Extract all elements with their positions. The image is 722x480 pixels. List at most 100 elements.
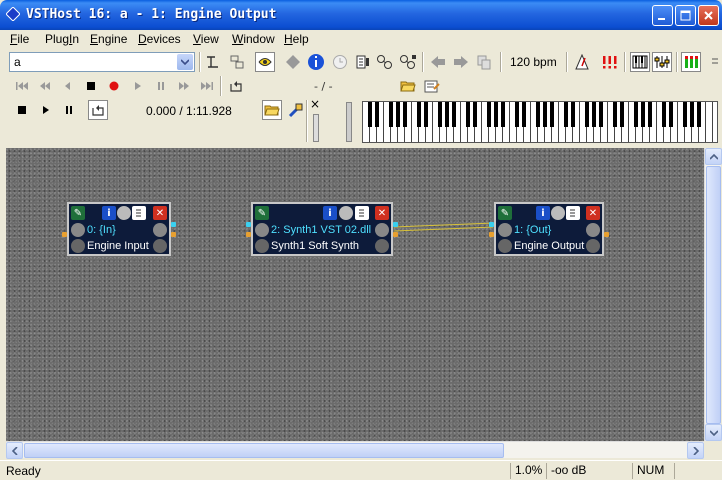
black-key[interactable] — [550, 102, 554, 127]
pause-icon[interactable] — [59, 100, 79, 120]
chevron-down-icon[interactable] — [177, 54, 193, 70]
vertical-scrollbar[interactable] — [704, 148, 722, 441]
black-key[interactable] — [641, 102, 645, 127]
keyboard-toggle-icon[interactable] — [630, 52, 650, 72]
black-key[interactable] — [669, 102, 673, 127]
play-icon[interactable] — [128, 76, 148, 96]
menu-window[interactable]: Window — [232, 32, 275, 46]
fast-forward-icon[interactable] — [174, 76, 194, 96]
scroll-down-icon[interactable] — [705, 424, 722, 441]
info-icon[interactable]: i — [102, 206, 116, 220]
diamond-icon[interactable] — [283, 52, 303, 72]
black-key[interactable] — [403, 102, 407, 127]
input-pin[interactable] — [489, 222, 494, 227]
play-icon[interactable] — [36, 100, 56, 120]
record-icon[interactable] — [104, 76, 124, 96]
black-key[interactable] — [648, 102, 652, 127]
midi-output-pin[interactable] — [393, 232, 398, 237]
black-key[interactable] — [620, 102, 624, 127]
black-key[interactable] — [543, 102, 547, 127]
save-file-icon[interactable] — [422, 76, 442, 96]
info-icon[interactable]: i — [323, 206, 337, 220]
black-key[interactable] — [501, 102, 505, 127]
midi-player-icon[interactable] — [286, 100, 306, 120]
chain-icon[interactable] — [203, 52, 223, 72]
black-key[interactable] — [697, 102, 701, 127]
remove-plugin-icon[interactable]: ✕ — [153, 206, 167, 220]
duplicate-icon[interactable] — [474, 52, 494, 72]
midi-out-gear-icon[interactable] — [153, 239, 167, 253]
midi-gear-icon[interactable] — [255, 239, 269, 253]
black-key[interactable] — [487, 102, 491, 127]
loop-icon[interactable] — [88, 100, 108, 120]
edit-program-icon[interactable] — [353, 52, 373, 72]
black-key[interactable] — [494, 102, 498, 127]
black-key[interactable] — [452, 102, 456, 127]
link-icon[interactable] — [375, 52, 395, 72]
black-key[interactable] — [592, 102, 596, 127]
vertical-scroll-thumb[interactable] — [706, 166, 721, 424]
menu-devices[interactable]: Devices — [138, 32, 181, 46]
black-key[interactable] — [445, 102, 449, 127]
bypass-icon[interactable] — [551, 206, 565, 220]
overflow-icon[interactable] — [706, 52, 722, 72]
stop-icon[interactable] — [12, 100, 32, 120]
plugin-engine-input[interactable]: ✎ i ✕ 0: {In} Engine Input — [66, 201, 172, 257]
forward-end-icon[interactable] — [197, 76, 217, 96]
input-gear-icon[interactable] — [255, 223, 269, 237]
scroll-right-icon[interactable] — [687, 442, 704, 459]
rewind-icon[interactable] — [35, 76, 55, 96]
close-keyboard-icon[interactable]: × — [310, 97, 320, 111]
output-pin[interactable] — [393, 222, 398, 227]
menu-help[interactable]: Help — [284, 32, 309, 46]
horizontal-scroll-thumb[interactable] — [24, 443, 504, 458]
metronome-icon[interactable] — [572, 52, 592, 72]
midi-learn-icon[interactable] — [255, 52, 275, 72]
arrow-left-icon[interactable] — [428, 52, 448, 72]
remove-plugin-icon[interactable]: ✕ — [586, 206, 600, 220]
rewind-start-icon[interactable] — [12, 76, 32, 96]
midi-out-gear-icon[interactable] — [586, 239, 600, 253]
close-button[interactable] — [698, 5, 719, 26]
black-key[interactable] — [564, 102, 568, 127]
scroll-up-icon[interactable] — [705, 148, 722, 165]
wrench-icon[interactable]: ✎ — [498, 206, 512, 220]
midi-gear-icon[interactable] — [498, 239, 512, 253]
patch-icon[interactable] — [227, 52, 247, 72]
input-gear-icon[interactable] — [71, 223, 85, 237]
arrow-right-icon[interactable] — [451, 52, 471, 72]
plugin-workspace[interactable]: ✎ i ✕ 0: {In} Engine Input ✎ i ✕ 2: Synt… — [6, 148, 704, 441]
black-key[interactable] — [599, 102, 603, 127]
scroll-left-icon[interactable] — [6, 442, 23, 459]
bypass-icon[interactable] — [117, 206, 131, 220]
black-key[interactable] — [368, 102, 372, 127]
edit-program-icon[interactable] — [355, 206, 369, 220]
midi-input-pin[interactable] — [246, 232, 251, 237]
pause-icon[interactable] — [151, 76, 171, 96]
black-key[interactable] — [389, 102, 393, 127]
piano-keyboard[interactable] — [362, 101, 718, 143]
black-key[interactable] — [536, 102, 540, 127]
black-key[interactable] — [424, 102, 428, 127]
input-pin[interactable] — [246, 222, 251, 227]
midi-gear-icon[interactable] — [71, 239, 85, 253]
menu-view[interactable]: View — [193, 32, 219, 46]
panic-icon[interactable] — [600, 52, 620, 72]
input-gear-icon[interactable] — [498, 223, 512, 237]
slider-panel-icon[interactable] — [652, 52, 672, 72]
edit-program-icon[interactable] — [132, 206, 146, 220]
black-key[interactable] — [438, 102, 442, 127]
black-key[interactable] — [417, 102, 421, 127]
plugin-synth1[interactable]: ✎ i ✕ 2: Synth1 VST 02.dll Synth1 Soft S… — [250, 201, 394, 257]
remove-plugin-icon[interactable]: ✕ — [375, 206, 389, 220]
maximize-button[interactable] — [675, 5, 696, 26]
plugin-engine-output[interactable]: ✎ i ✕ 1: {Out} Engine Output — [493, 201, 605, 257]
midi-input-pin[interactable] — [489, 232, 494, 237]
bank-combo[interactable]: a — [9, 52, 195, 72]
black-key[interactable] — [662, 102, 666, 127]
menu-plugin[interactable]: PlugIn — [45, 32, 79, 46]
midi-output-pin[interactable] — [171, 232, 176, 237]
title-bar[interactable]: VSTHost 16: a - 1: Engine Output — [0, 0, 722, 30]
mod-wheel[interactable] — [346, 102, 352, 142]
clock-icon[interactable] — [330, 52, 350, 72]
